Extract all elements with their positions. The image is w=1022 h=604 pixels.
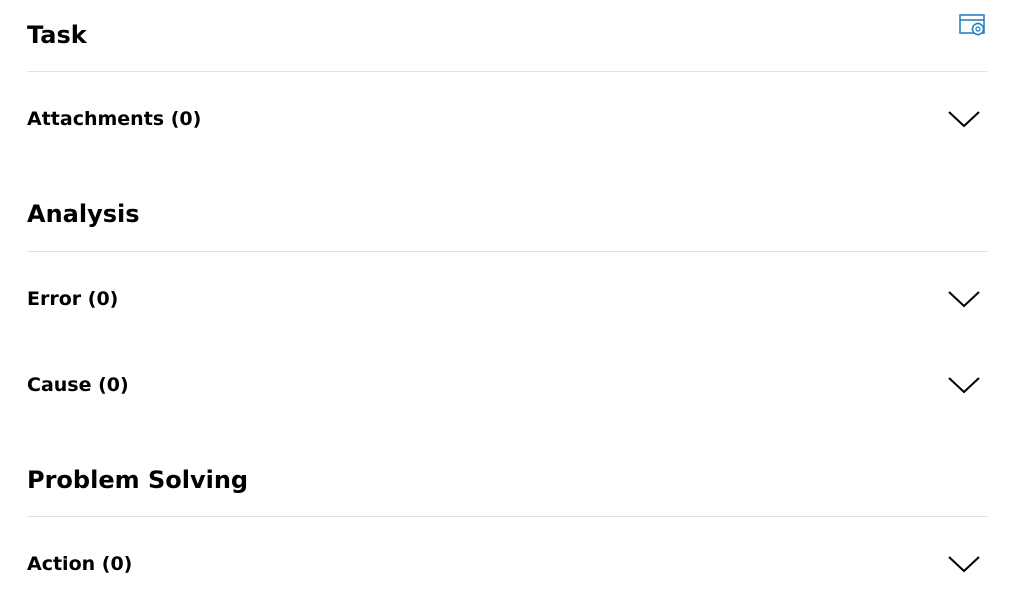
accordion-label: Cause (0) bbox=[27, 374, 129, 396]
section-title-task: Task bbox=[27, 21, 87, 49]
chevron-down-icon bbox=[948, 111, 980, 128]
accordion-label: Attachments (0) bbox=[27, 108, 202, 130]
accordion-action[interactable]: Action (0) bbox=[27, 544, 987, 584]
section-title-problem-solving: Problem Solving bbox=[27, 466, 249, 494]
chevron-down-icon bbox=[948, 291, 980, 308]
accordion-cause[interactable]: Cause (0) bbox=[27, 365, 987, 405]
section-divider bbox=[27, 251, 987, 252]
accordion-label: Error (0) bbox=[27, 288, 119, 310]
section-divider bbox=[27, 516, 987, 517]
page: Task Attachments (0) Analysis Error (0) … bbox=[0, 0, 1022, 604]
chevron-down-icon bbox=[948, 377, 980, 394]
accordion-label: Action (0) bbox=[27, 553, 133, 575]
accordion-attachments[interactable]: Attachments (0) bbox=[27, 99, 987, 139]
window-settings-icon bbox=[959, 14, 985, 36]
section-divider bbox=[27, 71, 987, 72]
view-settings-button[interactable] bbox=[958, 12, 988, 40]
section-title-analysis: Analysis bbox=[27, 200, 140, 228]
chevron-down-icon bbox=[948, 556, 980, 573]
accordion-error[interactable]: Error (0) bbox=[27, 279, 987, 319]
